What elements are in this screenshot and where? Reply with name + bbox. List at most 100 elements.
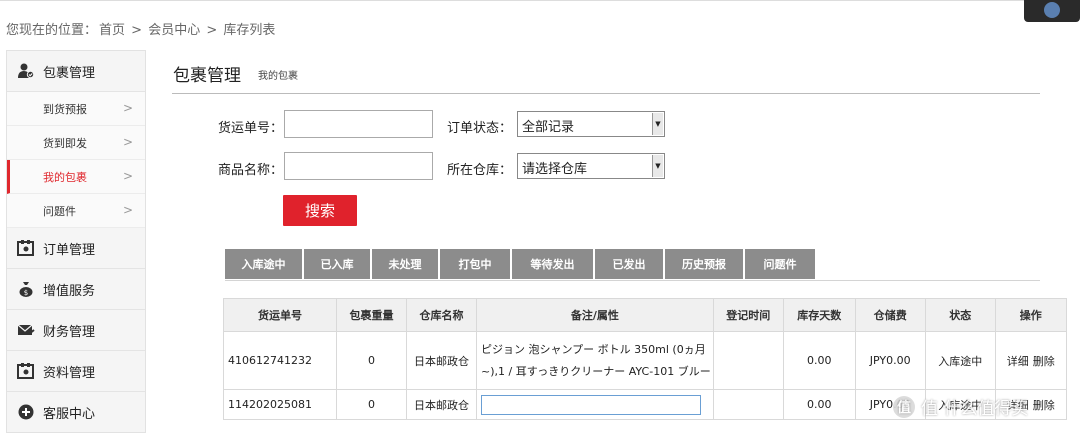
sidebar-item-arrival-forecast[interactable]: 到货预报 >	[7, 92, 145, 126]
tab-awaiting-shipment[interactable]: 等待发出	[512, 249, 593, 279]
order-status-select[interactable]: 全部记录 ▼	[517, 111, 665, 137]
breadcrumb-prefix: 您现在的位置：	[6, 23, 98, 38]
search-button[interactable]: 搜索	[283, 195, 357, 226]
sidebar-item-label: 问题件	[43, 204, 76, 218]
profile-icon	[17, 362, 35, 380]
top-border	[0, 0, 1080, 4]
dropdown-arrow-icon: ▼	[652, 113, 663, 135]
delete-link[interactable]: 删除	[1033, 399, 1055, 412]
detail-link[interactable]: 详细	[1007, 355, 1029, 368]
sidebar-group-customer-service[interactable]: 客服中心	[7, 392, 145, 432]
order-status-value: 全部记录	[522, 120, 575, 135]
weight-cell: 0	[336, 389, 407, 420]
column-header: 操作	[994, 298, 1067, 332]
tracking-number-input[interactable]	[284, 110, 433, 138]
finance-mail-icon	[17, 321, 35, 339]
chevron-right-icon: >	[122, 101, 133, 115]
product-name-input[interactable]	[284, 152, 433, 180]
delete-link[interactable]: 删除	[1033, 355, 1055, 368]
ops-cell: 详细 删除	[994, 331, 1067, 390]
tracking-cell: 114202025081	[223, 389, 337, 420]
breadcrumb-separator: >	[131, 23, 143, 38]
tab-shipped[interactable]: 已发出	[595, 249, 663, 279]
tab-problem-items[interactable]: 问题件	[745, 249, 815, 279]
sidebar-group-orders[interactable]: 订单管理	[7, 228, 145, 269]
status-tabs: 入库途中 已入库 未处理 打包中 等待发出 已发出 历史预报 问题件	[225, 249, 817, 279]
days-cell: 0.00	[782, 331, 856, 390]
sidebar-group-package[interactable]: 包裹管理	[7, 51, 145, 92]
table-header-row: 货运单号 包裹重量 仓库名称 备注/属性 登记时间 库存天数 仓储费 状态 操作	[223, 298, 1067, 332]
sidebar-group-label: 资料管理	[43, 365, 96, 381]
sidebar-group-label: 包裹管理	[43, 65, 96, 81]
tab-unprocessed[interactable]: 未处理	[372, 249, 438, 279]
tabs-divider	[225, 280, 1040, 281]
time-cell	[712, 331, 784, 390]
watermark: 值 值 什么值得买	[893, 394, 1028, 419]
tracking-number-label: 货运单号：	[218, 121, 284, 136]
sidebar-item-label: 到货预报	[43, 102, 87, 116]
sidebar-group-profile[interactable]: 资料管理	[7, 351, 145, 392]
corner-thumbnail	[1024, 0, 1080, 22]
breadcrumb: 您现在的位置： 首页 > 会员中心 > 库存列表	[6, 19, 277, 38]
warehouse-label: 所在仓库：	[447, 163, 513, 178]
column-header: 仓库名称	[406, 298, 477, 332]
warehouse-cell: 日本邮政仓	[406, 389, 477, 420]
fee-cell: JPY0.00	[854, 331, 926, 390]
chevron-right-icon: >	[122, 203, 133, 217]
weight-cell: 0	[336, 331, 407, 390]
column-header: 货运单号	[223, 298, 337, 332]
breadcrumb-home[interactable]: 首页	[99, 23, 125, 38]
tab-in-transit[interactable]: 入库途中	[225, 249, 302, 279]
sidebar-item-label: 我的包裹	[43, 170, 87, 184]
order-status-label: 订单状态：	[447, 121, 513, 136]
tab-history-forecast[interactable]: 历史预报	[665, 249, 743, 279]
column-header: 备注/属性	[476, 298, 714, 332]
column-header: 库存天数	[782, 298, 856, 332]
column-header: 仓储费	[854, 298, 926, 332]
smzdm-logo-icon: 值	[893, 395, 915, 418]
days-cell: 0.00	[782, 389, 856, 420]
status-cell: 入库途中	[924, 331, 996, 390]
breadcrumb-separator: >	[206, 23, 218, 38]
warehouse-select[interactable]: 请选择仓库 ▼	[517, 153, 665, 179]
page-title: 包裹管理	[173, 66, 241, 86]
package-user-icon	[17, 62, 35, 80]
plus-circle-icon	[17, 403, 35, 421]
note-line: ピジョン 泡シャンプー ボトル 350ml (0ヵ月	[481, 342, 706, 356]
note-cell	[476, 389, 714, 420]
column-header: 登记时间	[712, 298, 784, 332]
note-cell: ピジョン 泡シャンプー ボトル 350ml (0ヵ月 ~),1 / 耳すっきりク…	[476, 331, 714, 390]
warehouse-cell: 日本邮政仓	[406, 331, 477, 390]
sidebar-item-problem-items[interactable]: 问题件 >	[7, 194, 145, 228]
product-name-label: 商品名称：	[218, 163, 284, 178]
watermark-text: 值 什么值得买	[921, 399, 1029, 419]
sidebar-group-label: 客服中心	[43, 406, 96, 422]
breadcrumb-inventory-list[interactable]: 库存列表	[223, 23, 275, 38]
column-header: 状态	[924, 298, 996, 332]
moneybag-icon: $	[17, 280, 35, 298]
tracking-cell: 410612741232	[223, 331, 337, 390]
chevron-right-icon: >	[122, 135, 133, 149]
sidebar-item-label: 货到即发	[43, 136, 87, 150]
sidebar-item-ship-on-arrival[interactable]: 货到即发 >	[7, 126, 145, 160]
breadcrumb-member-center[interactable]: 会员中心	[148, 23, 200, 38]
sidebar-group-label: 增值服务	[43, 283, 96, 299]
sidebar-group-label: 订单管理	[43, 242, 96, 258]
title-divider	[172, 93, 1040, 94]
person-icon	[1044, 2, 1060, 18]
sidebar-item-my-packages[interactable]: 我的包裹 >	[7, 160, 145, 194]
sidebar-group-finance[interactable]: 财务管理	[7, 310, 145, 351]
note-input[interactable]	[481, 394, 701, 415]
svg-text:$: $	[24, 289, 28, 297]
sidebar-group-label: 财务管理	[43, 324, 96, 340]
tab-packing[interactable]: 打包中	[440, 249, 510, 279]
time-cell	[712, 389, 784, 420]
page-subtitle: 我的包裹	[258, 71, 298, 82]
chevron-right-icon: >	[122, 169, 133, 183]
sidebar-group-value-added[interactable]: $ 增值服务	[7, 269, 145, 310]
tab-stored[interactable]: 已入库	[304, 249, 370, 279]
column-header: 包裹重量	[336, 298, 407, 332]
order-icon	[17, 239, 35, 257]
note-line: ~),1 / 耳すっきりクリーナー AYC-101 ブルー	[481, 364, 711, 378]
warehouse-value: 请选择仓库	[522, 162, 588, 177]
